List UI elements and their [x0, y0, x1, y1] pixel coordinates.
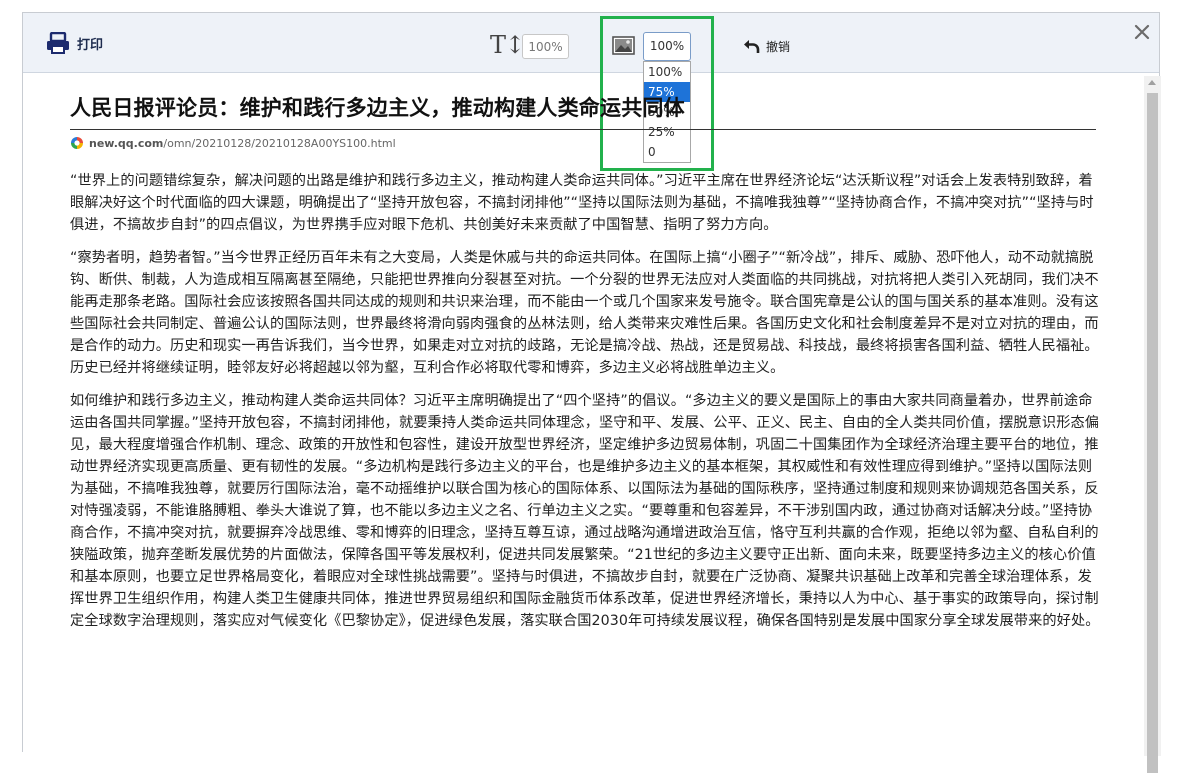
print-preview-dialog: 打印 T↕ 100% 100% 100% 75% 50% 25% 0 撤销 人民… — [22, 12, 1161, 773]
undo-button[interactable]: 撤销 — [743, 37, 790, 55]
scroll-up-arrow-icon[interactable] — [1148, 80, 1156, 85]
scroll-thumb[interactable] — [1147, 93, 1158, 773]
source-domain: new.qq.com — [89, 136, 164, 150]
source-path: /omn/20210128/20210128A00YS100.html — [163, 136, 396, 150]
image-size-option-100[interactable]: 100% — [644, 62, 690, 82]
article-paragraph: “世界上的问题错综复杂，解决问题的出路是维护和践行多边主义，推动构建人类命运共同… — [70, 173, 1094, 233]
scrollbar[interactable] — [1144, 76, 1161, 773]
undo-icon — [744, 40, 760, 53]
title-divider — [70, 129, 1096, 130]
image-icon — [612, 36, 635, 55]
toolbar: 打印 T↕ 100% 100% 100% 75% 50% 25% 0 撤销 — [23, 13, 1159, 171]
font-size-input[interactable]: 100% — [522, 34, 569, 59]
image-size-select[interactable]: 100% — [643, 32, 691, 61]
article: 人民日报评论员：维护和践行多边主义，推动构建人类命运共同体 new.qq.com… — [70, 93, 1100, 632]
article-paragraph: 如何维护和践行多边主义，推动构建人类命运共同体？习近平主席明确提出了“四个坚持”… — [70, 393, 1100, 629]
tencent-news-icon — [71, 137, 83, 149]
print-label: 打印 — [77, 37, 104, 53]
print-button[interactable]: 打印 — [45, 29, 103, 57]
article-title: 人民日报评论员：维护和践行多边主义，推动构建人类命运共同体 — [70, 96, 685, 120]
font-size-icon: T↕ — [490, 31, 525, 59]
article-paragraph: “察势者明，趋势者智。”当今世界正经历百年未有之大变局，人类是休戚与共的命运共同… — [70, 250, 1099, 376]
article-source: new.qq.com/omn/20210128/20210128A00YS100… — [70, 134, 1100, 152]
close-icon[interactable] — [1131, 21, 1153, 43]
undo-label: 撤销 — [766, 39, 791, 54]
printer-icon — [47, 32, 69, 54]
